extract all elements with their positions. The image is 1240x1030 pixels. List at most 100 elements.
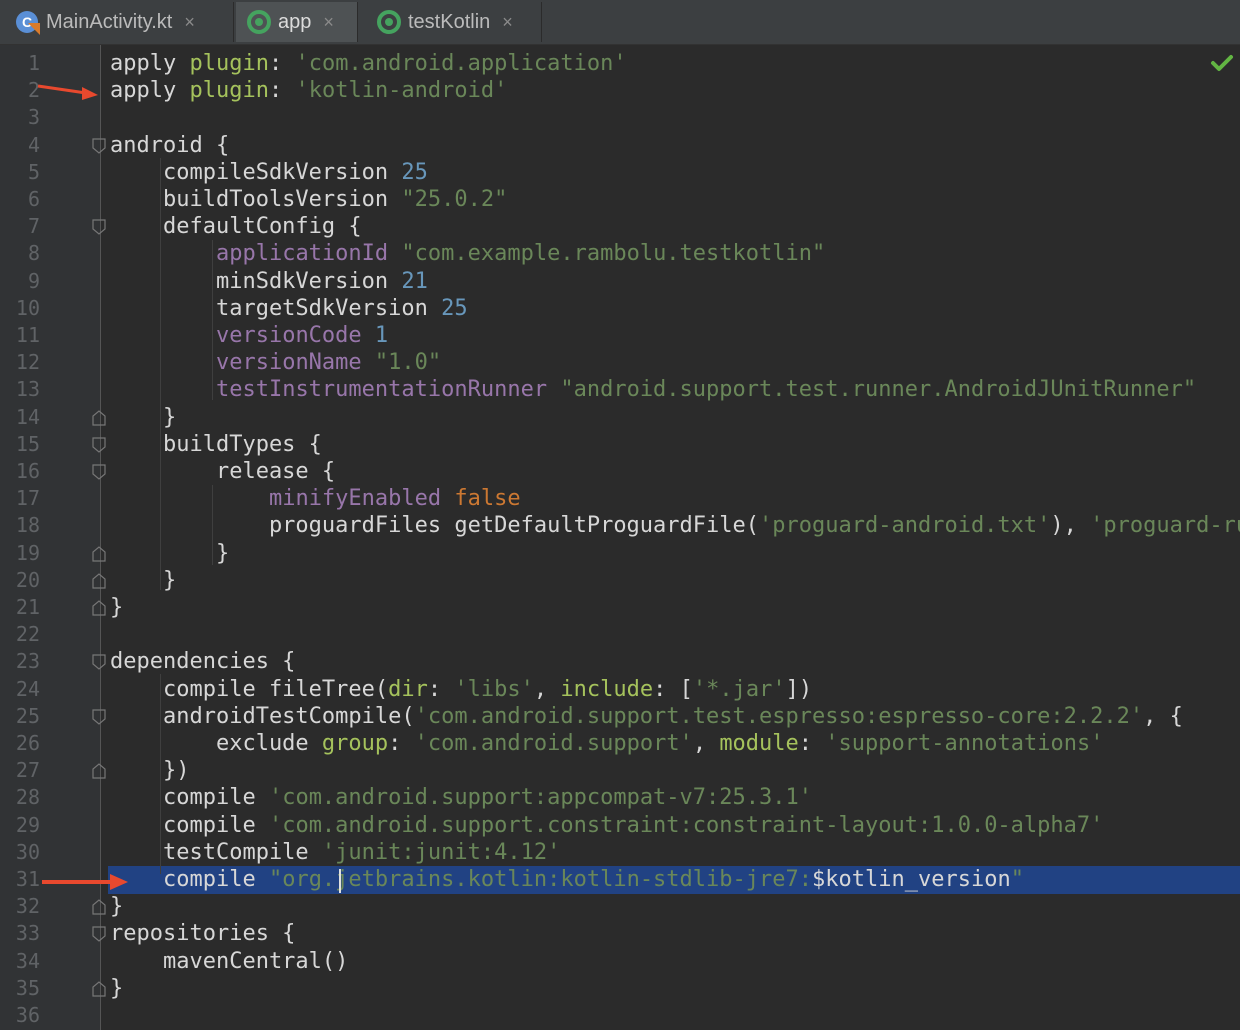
fold-open-icon[interactable]	[92, 437, 106, 453]
code-token: "org.jetbrains.kotlin:kotlin-stdlib-jre7…	[268, 867, 813, 892]
code-line: minifyEnabled false	[110, 485, 521, 512]
code-token: }	[110, 975, 124, 1001]
code-token: , {	[1143, 703, 1183, 729]
code-token: }	[110, 404, 177, 430]
code-line: proguardFiles getDefaultProguardFile( 'pr…	[110, 512, 1240, 539]
line-number: 12	[15, 350, 40, 375]
fold-close-icon[interactable]	[92, 545, 106, 562]
line-number: 10	[15, 295, 40, 320]
code-token: }	[110, 894, 124, 920]
line-number: 3	[27, 105, 40, 130]
code-token: 'kotlin-android'	[295, 78, 508, 104]
code-line: android {	[110, 132, 229, 159]
fold-open-icon[interactable]	[92, 654, 106, 671]
code-token: 'libs'	[454, 676, 534, 702]
code-line: compile 'com.android.support.constraint:…	[110, 812, 1103, 839]
fold-open-icon[interactable]	[92, 926, 106, 943]
code-token: compile	[110, 812, 269, 838]
close-icon[interactable]: ×	[323, 12, 334, 33]
kotlin-file-icon: C	[16, 11, 40, 35]
line-number: 25	[15, 703, 40, 728]
line-number: 26	[15, 731, 40, 755]
code-token: 25	[401, 159, 428, 185]
annotation-arrow-icon	[37, 84, 98, 100]
fold-close-icon[interactable]	[92, 981, 106, 997]
line-number: 6	[27, 187, 40, 211]
code-token: 25	[441, 295, 468, 321]
code-token: versionName	[215, 350, 375, 376]
code-token: plugin	[189, 78, 269, 104]
code-line: testInstrumentationRunner "android.suppo…	[110, 376, 1196, 403]
code-token: :	[798, 731, 826, 756]
code-line: buildToolsVersion "25.0.2"	[110, 186, 507, 213]
fold-open-icon[interactable]	[92, 219, 106, 235]
line-number: 33	[15, 921, 40, 946]
code-token: compile	[110, 867, 269, 892]
code-token: '*.jar'	[692, 676, 786, 702]
code-token: 21	[401, 268, 428, 294]
code-line: repositories {	[110, 920, 295, 947]
code-line: }	[110, 594, 123, 621]
line-number: 30	[15, 839, 40, 864]
code-token: compileSdkVersion	[110, 159, 402, 185]
code-token: false	[454, 486, 521, 512]
code-token: 'junit:junit:4.12'	[321, 839, 561, 865]
fold-close-icon[interactable]	[92, 573, 106, 589]
close-icon[interactable]: ×	[184, 12, 195, 33]
code-line: })	[110, 757, 190, 784]
code-line: release {	[110, 458, 335, 485]
fold-open-icon[interactable]	[92, 137, 106, 154]
gradle-module-icon	[247, 10, 271, 34]
code-token: }	[110, 540, 230, 566]
close-icon[interactable]: ×	[502, 12, 513, 33]
fold-open-icon[interactable]	[92, 709, 106, 725]
code-token: minifyEnabled	[268, 486, 455, 512]
code-token: "1.0"	[374, 350, 442, 376]
line-number: 32	[15, 894, 40, 919]
code-line: }	[110, 404, 176, 431]
line-number: 23	[15, 649, 40, 674]
code-token: minSdkVersion	[110, 268, 402, 294]
line-number: 9	[27, 268, 40, 293]
fold-close-icon[interactable]	[92, 600, 106, 616]
tab-mainactivity[interactable]: C MainActivity.kt ×	[4, 2, 234, 42]
fold-close-icon[interactable]	[92, 899, 106, 915]
code-token: :	[268, 51, 296, 76]
code-token: :	[388, 731, 415, 756]
code-line: compileSdkVersion 25	[110, 159, 428, 186]
code-line: }	[110, 975, 123, 1002]
code-line: testCompile 'junit:junit:4.12'	[110, 839, 560, 866]
tab-label: app	[278, 10, 312, 33]
fold-open-icon[interactable]	[92, 464, 106, 480]
code-token: compile fileTree(	[110, 676, 389, 702]
code-line: versionCode 1	[110, 322, 388, 349]
code-token: dir	[388, 676, 428, 702]
tab-testkotlin[interactable]: testKotlin ×	[366, 2, 542, 42]
tab-app[interactable]: app ×	[236, 2, 358, 42]
code-token: mavenCentral()	[110, 948, 349, 974]
code-token: buildToolsVersion	[110, 187, 402, 212]
code-line: mavenCentral()	[110, 948, 348, 975]
code-token: ),	[1050, 513, 1091, 539]
code-token: "25.0.2"	[401, 187, 508, 212]
code-token: 'com.android.support:appcompat-v7:25.3.1…	[268, 785, 813, 811]
line-number: 18	[15, 513, 40, 538]
editor-tab-bar: C MainActivity.kt × app × testKotlin ×	[0, 0, 1240, 45]
text-caret	[339, 869, 341, 893]
line-number: 16	[15, 459, 40, 483]
code-token: 'proguard-rules	[1090, 513, 1240, 539]
code-token: }	[110, 595, 124, 620]
code-token: repositories {	[110, 921, 296, 947]
code-token: proguardFiles getDefaultProguardFile(	[110, 513, 760, 539]
check-icon	[1211, 55, 1233, 71]
code-token: include	[560, 676, 654, 702]
code-token: })	[110, 758, 190, 784]
code-line: minSdkVersion 21	[110, 268, 428, 295]
tab-label: testKotlin	[408, 10, 491, 33]
code-token: 'support-annotations'	[825, 731, 1104, 756]
line-number: 19	[15, 540, 40, 565]
fold-close-icon[interactable]	[92, 763, 106, 779]
fold-close-icon[interactable]	[92, 409, 106, 426]
